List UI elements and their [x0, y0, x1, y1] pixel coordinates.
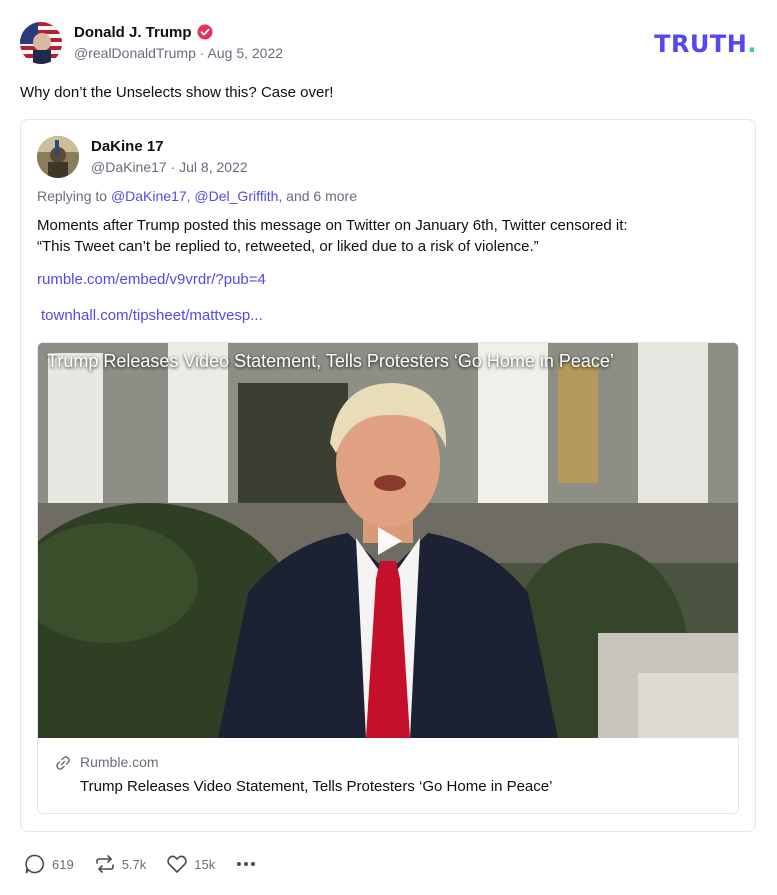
logo-dot: . — [747, 30, 757, 58]
retruth-count: 5.7k — [121, 856, 147, 872]
flag-avatar-icon — [20, 22, 62, 64]
link-preview-footer[interactable]: Rumble.com Trump Releases Video Statemen… — [38, 738, 738, 813]
author-handle-date: @realDonaldTrump · Aug 5, 2022 — [74, 45, 284, 61]
replying-to-line: Replying to @DaKine17, @Del_Griffith, an… — [37, 188, 357, 204]
quoted-body-line-1: Moments after Trump posted this message … — [37, 217, 628, 234]
replying-suffix: , and 6 more — [278, 188, 358, 204]
post-header: Donald J. Trump @realDonaldTrump · Aug 5… — [20, 22, 757, 66]
townhall-link[interactable]: townhall.com/tipsheet/mattvesp... — [41, 307, 263, 324]
rumble-link[interactable]: rumble.com/embed/v9vrdr/?pub=4 — [37, 271, 266, 288]
like-button[interactable]: 15k — [166, 853, 215, 875]
quoted-post-card[interactable]: DaKine 17 @DaKine17 · Jul 8, 2022 Replyi… — [20, 119, 756, 832]
reply-count: 619 — [52, 856, 74, 872]
link-preview-source: Rumble.com — [80, 754, 159, 770]
author-block: Donald J. Trump @realDonaldTrump · Aug 5… — [74, 22, 284, 62]
post-text: Why don’t the Unselects show this? Case … — [20, 84, 334, 101]
author-avatar[interactable] — [20, 22, 62, 64]
quoted-author-name[interactable]: DaKine 17 — [91, 138, 248, 155]
retruth-button[interactable]: 5.7k — [94, 853, 147, 875]
retruth-icon — [95, 855, 114, 873]
mention-del-griffith[interactable]: @Del_Griffith — [194, 188, 278, 204]
truth-logo[interactable]: TRUTH. — [654, 30, 757, 58]
like-icon — [167, 855, 188, 873]
reply-button[interactable]: 619 — [24, 853, 74, 875]
logo-text: TRUTH — [654, 30, 748, 58]
play-icon[interactable] — [372, 524, 406, 558]
video-title: Trump Releases Video Statement, Tells Pr… — [47, 351, 614, 371]
link-preview-title[interactable]: Trump Releases Video Statement, Tells Pr… — [80, 778, 552, 795]
author-name[interactable]: Donald J. Trump — [74, 24, 192, 41]
video-player[interactable]: Trump Releases Video Statement, Tells Pr… — [38, 343, 738, 738]
quoted-avatar-icon — [37, 136, 79, 178]
like-count: 15k — [194, 856, 216, 872]
link-icon — [56, 756, 70, 770]
post-action-bar: 619 5.7k 15k — [24, 852, 257, 876]
quoted-author-avatar[interactable] — [37, 136, 79, 178]
quoted-author-block: DaKine 17 @DaKine17 · Jul 8, 2022 — [91, 138, 248, 175]
quoted-body-line-2: “This Tweet can’t be replied to, retweet… — [37, 238, 539, 255]
verified-badge-icon — [197, 24, 213, 40]
quoted-author-handle-date: @DaKine17 · Jul 8, 2022 — [91, 159, 248, 175]
more-icon[interactable] — [235, 853, 257, 875]
quoted-post-body: Moments after Trump posted this message … — [37, 215, 737, 257]
reply-icon — [25, 854, 45, 874]
link-preview-card[interactable]: Trump Releases Video Statement, Tells Pr… — [37, 342, 739, 814]
replying-prefix: Replying to — [37, 188, 111, 204]
mention-dakine17[interactable]: @DaKine17 — [111, 188, 187, 204]
